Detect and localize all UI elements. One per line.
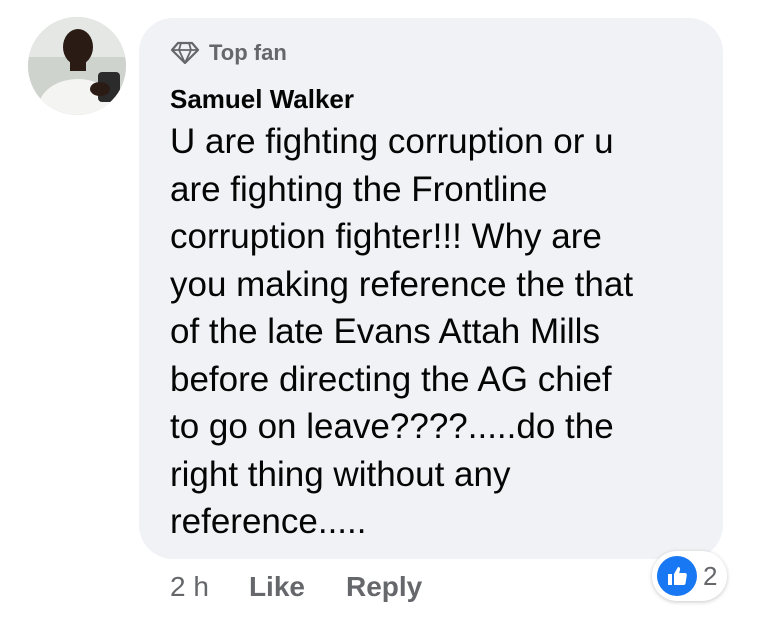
reaction-count: 2 (703, 560, 718, 591)
avatar[interactable] (28, 17, 126, 115)
comment-author[interactable]: Samuel Walker (170, 82, 703, 116)
top-fan-badge[interactable]: Top fan (170, 38, 703, 68)
diamond-icon (170, 41, 200, 65)
badge-label: Top fan (209, 40, 287, 65)
like-button[interactable]: Like (249, 571, 305, 603)
avatar-image (28, 17, 126, 115)
reply-button[interactable]: Reply (346, 571, 422, 603)
comment-thread: Top fan Samuel Walker U are fighting cor… (0, 0, 770, 628)
comment-actions: 2 h Like Reply (170, 565, 422, 609)
reaction-summary[interactable]: 2 (652, 551, 728, 601)
comment-bubble: Top fan Samuel Walker U are fighting cor… (139, 18, 723, 559)
comment-timestamp[interactable]: 2 h (170, 571, 209, 603)
comment-text: U are fighting corruption or u are fight… (170, 122, 634, 541)
thumbs-up-icon (657, 556, 697, 596)
